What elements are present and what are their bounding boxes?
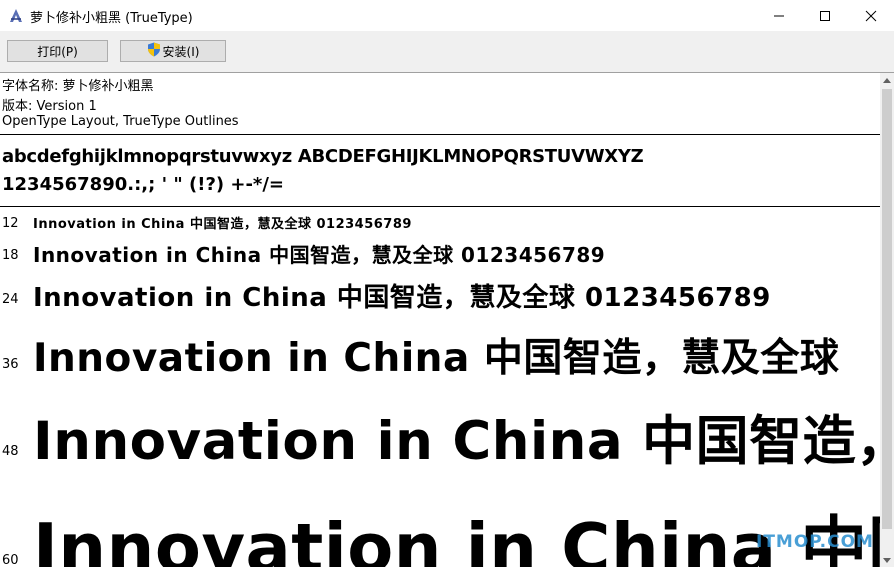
charset-digits: 1234567890.:,; ' " (!?) +-*/= — [2, 174, 284, 195]
sample-size-label: 18 — [2, 248, 19, 263]
scroll-up-button[interactable] — [880, 73, 894, 87]
window-title: 萝卜修补小粗黑 (TrueType) — [30, 11, 193, 26]
sample-text: Innovation in China 中国智造，慧及全球 0123456789 — [33, 217, 412, 232]
sample-text: Innovation in China 中国智造，慧及全球 0123456789 — [33, 243, 606, 267]
divider — [0, 134, 880, 135]
maximize-button[interactable] — [802, 0, 848, 31]
install-button-label: 安装(I) — [162, 44, 200, 59]
font-viewer-app-icon — [8, 8, 24, 24]
sample-size-label: 48 — [2, 444, 19, 459]
font-name-line: 字体名称: 萝卜修补小粗黑 — [2, 79, 154, 94]
title-bar: 萝卜修补小粗黑 (TrueType) — [0, 0, 894, 31]
charset-letters: abcdefghijklmnopqrstuvwxyz ABCDEFGHIJKLM… — [2, 146, 644, 167]
sample-size-label: 24 — [2, 292, 19, 307]
sample-text: Innovation in China 中国 — [33, 509, 880, 567]
minimize-button[interactable] — [756, 0, 802, 31]
vertical-scrollbar[interactable] — [880, 73, 894, 567]
sample-size-label: 12 — [2, 216, 19, 231]
uac-shield-icon — [147, 42, 161, 60]
toolbar: 打印(P) 安装(I) — [0, 31, 894, 73]
watermark: ITMOP.COM — [756, 532, 874, 552]
divider — [0, 206, 880, 207]
sample-text: Innovation in China 中国智造， — [33, 411, 880, 472]
print-button-label: 打印(P) — [37, 44, 78, 59]
maximize-icon — [820, 10, 830, 21]
scroll-down-button[interactable] — [880, 553, 894, 567]
sample-text: Innovation in China 中国智造，慧及全球 — [33, 336, 840, 381]
close-button[interactable] — [848, 0, 894, 31]
minimize-icon — [774, 15, 784, 16]
scrollbar-thumb[interactable] — [882, 89, 892, 529]
font-outline-line: OpenType Layout, TrueType Outlines — [2, 114, 239, 129]
chevron-up-icon — [883, 77, 891, 83]
close-icon — [865, 10, 877, 21]
sample-text: Innovation in China 中国智造，慧及全球 0123456789 — [33, 283, 771, 313]
install-button[interactable]: 安装(I) — [120, 40, 226, 62]
sample-size-label: 36 — [2, 357, 19, 372]
print-button[interactable]: 打印(P) — [7, 40, 108, 62]
font-preview-pane: 字体名称: 萝卜修补小粗黑 版本: Version 1 OpenType Lay… — [0, 73, 880, 567]
chevron-down-icon — [883, 557, 891, 563]
sample-size-label: 60 — [2, 553, 19, 567]
font-version-line: 版本: Version 1 — [2, 99, 97, 114]
